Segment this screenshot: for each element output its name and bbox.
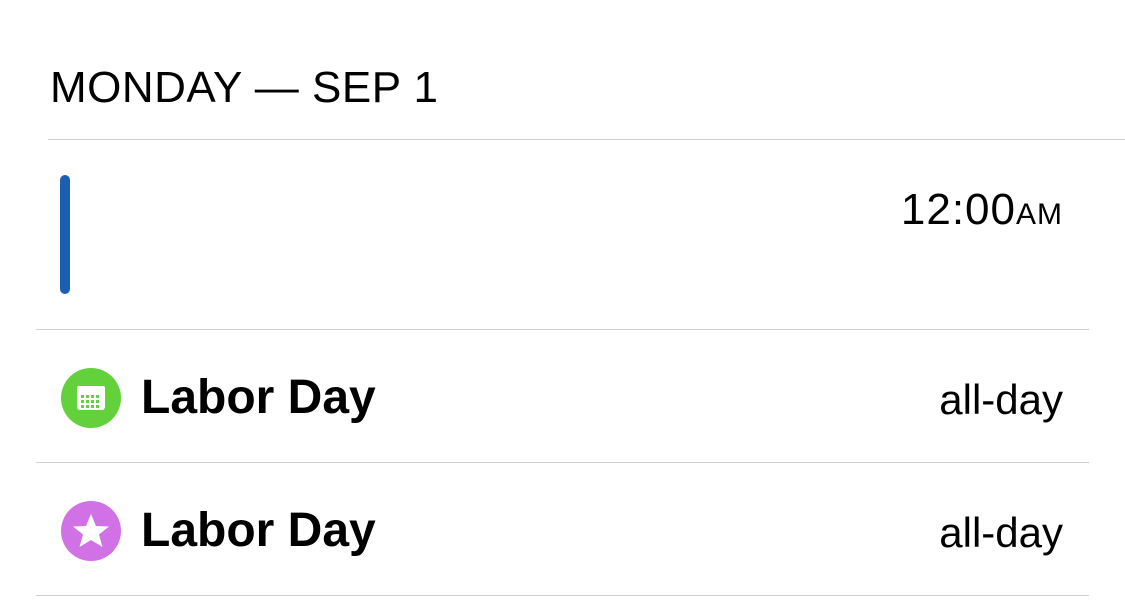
event-row-labor-day-star[interactable]: Labor Day all-day	[0, 463, 1125, 596]
event-row-labor-day-calendar[interactable]: Labor Day all-day	[0, 330, 1125, 463]
event-title: Labor Day	[141, 371, 376, 424]
event-title: Labor Day	[141, 504, 376, 557]
calendar-icon	[61, 368, 121, 428]
event-color-bar	[60, 175, 70, 294]
row-divider	[36, 595, 1089, 596]
event-time: all-day	[939, 376, 1063, 423]
star-icon	[61, 501, 121, 561]
section-header-date: MONDAY — SEP 1	[50, 63, 439, 112]
time-value: 12:00	[900, 185, 1016, 234]
time-label: 12:00AM	[901, 184, 1063, 241]
time-ampm: AM	[1016, 198, 1063, 231]
event-time: all-day	[939, 509, 1063, 556]
time-entry-row[interactable]: 12:00AM	[0, 140, 1125, 329]
